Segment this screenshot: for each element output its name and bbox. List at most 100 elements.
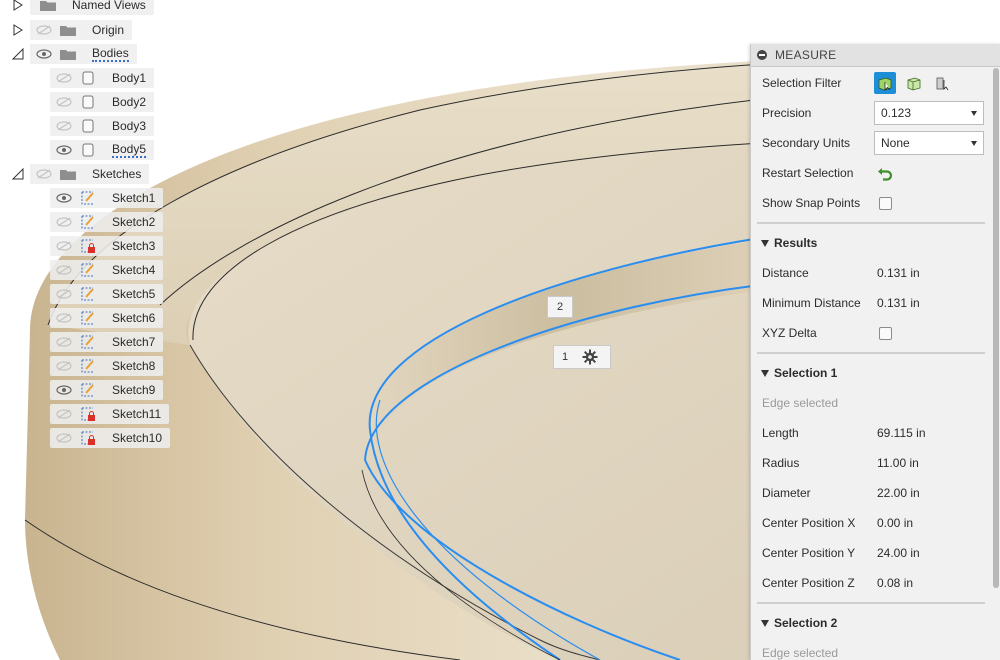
xyz-delta-checkbox[interactable] [879,327,892,340]
selection2-status: Edge selected [762,646,839,660]
tree-item-sketches[interactable]: Sketches [30,164,150,184]
sketch-icon [78,383,98,397]
eye-hidden-icon[interactable] [54,287,74,301]
tree-item-sketch9[interactable]: Sketch9 [50,380,164,400]
filter-face-edge-vertex-button[interactable] [874,72,896,94]
tree-label: Sketch3 [112,239,156,253]
results-section-header[interactable]: Results [751,228,991,258]
min-distance-row: Minimum Distance 0.131 in [751,288,991,318]
precision-dropdown[interactable]: 0.123 [874,101,984,125]
sketch-locked-icon [78,239,98,253]
eye-hidden-icon[interactable] [54,431,74,445]
restart-selection-icon[interactable] [877,165,893,181]
tree-item-sketch8[interactable]: Sketch8 [50,356,164,376]
length-value: 69.115 in [877,426,926,440]
selection2-section-header[interactable]: Selection 2 [751,608,991,638]
selection2-title: Selection 2 [774,616,838,630]
selection1-status: Edge selected [762,396,839,410]
filter-component-button[interactable] [932,72,954,94]
tree-label: Sketch10 [112,431,163,445]
divider [757,352,985,354]
gear-icon[interactable] [582,349,598,365]
center-y-row: Center Position Y 24.00 in [751,538,991,568]
measure-panel-header[interactable]: MEASURE [751,44,1000,67]
tree-item-sketch5[interactable]: Sketch5 [50,284,164,304]
collapse-panel-icon[interactable] [757,50,767,60]
filter-body-button[interactable] [903,72,925,94]
distance-label: Distance [762,266,809,280]
tree-item-origin[interactable]: Origin [30,20,133,40]
tree-label: Origin [92,23,125,37]
tree-item-body3[interactable]: Body3 [50,116,155,136]
tree-item-sketch10[interactable]: Sketch10 [50,428,171,448]
collapse-arrow-bodies[interactable] [10,44,26,64]
chevron-down-icon [971,141,977,146]
eye-icon[interactable] [54,143,74,157]
eye-hidden-icon[interactable] [54,335,74,349]
center-z-label: Center Position Z [762,576,855,590]
folder-icon [58,167,78,181]
eye-hidden-icon[interactable] [54,119,74,133]
collapse-triangle-icon [761,370,769,377]
center-z-value: 0.08 in [877,576,914,590]
eye-hidden-icon[interactable] [34,23,54,37]
tree-label: Bodies [92,46,129,62]
tree-item-body2[interactable]: Body2 [50,92,155,112]
center-x-value: 0.00 in [877,516,914,530]
restart-selection-row: Restart Selection [751,158,991,188]
eye-hidden-icon[interactable] [54,95,74,109]
measure-panel: MEASURE Selection Filter Precision 0.123… [750,44,1000,660]
sketch-icon [78,215,98,229]
collapse-arrow-sketches[interactable] [10,164,26,184]
selection-filter-row: Selection Filter [751,68,991,98]
panel-scrollbar[interactable] [993,68,999,588]
eye-hidden-icon[interactable] [54,311,74,325]
eye-hidden-icon[interactable] [34,167,54,181]
eye-hidden-icon[interactable] [54,359,74,373]
distance-value: 0.131 in [877,266,920,280]
precision-label: Precision [762,106,812,120]
expand-arrow-origin[interactable] [10,20,26,40]
tree-item-sketch2[interactable]: Sketch2 [50,212,164,232]
eye-hidden-icon[interactable] [54,239,74,253]
tree-item-body1[interactable]: Body1 [50,68,155,88]
tree-label: Sketch4 [112,263,156,277]
show-snap-points-checkbox[interactable] [879,197,892,210]
eye-hidden-icon[interactable] [54,407,74,421]
tree-item-sketch7[interactable]: Sketch7 [50,332,164,352]
selection2-status-row: Edge selected [751,638,991,660]
folder-icon [58,47,78,61]
eye-hidden-icon[interactable] [54,215,74,229]
tree-item-named-views[interactable]: Named Views [30,0,154,15]
expand-arrow-named-views[interactable] [10,0,26,15]
eye-hidden-icon[interactable] [54,263,74,277]
secondary-units-dropdown[interactable]: None [874,131,984,155]
precision-row: Precision 0.123 [751,98,991,128]
edge-label-2-text: 2 [556,301,564,313]
min-distance-value: 0.131 in [877,296,920,310]
folder-icon [38,0,58,12]
radius-value: 11.00 in [877,456,919,470]
eye-hidden-icon[interactable] [54,71,74,85]
selection1-section-header[interactable]: Selection 1 [751,358,991,388]
tree-item-sketch3[interactable]: Sketch3 [50,236,164,256]
tree-label: Named Views [72,0,146,12]
length-label: Length [762,426,799,440]
sketch-icon [78,335,98,349]
tree-item-body5[interactable]: Body5 [50,140,155,160]
tree-item-sketch4[interactable]: Sketch4 [50,260,164,280]
tree-label: Sketch1 [112,191,156,205]
tree-item-sketch6[interactable]: Sketch6 [50,308,164,328]
eye-icon[interactable] [34,47,54,61]
tree-label: Sketch6 [112,311,156,325]
radius-label: Radius [762,456,800,470]
precision-value: 0.123 [881,106,912,120]
diameter-row: Diameter 22.00 in [751,478,991,508]
eye-icon[interactable] [54,191,74,205]
secondary-units-row: Secondary Units None [751,128,991,158]
eye-icon[interactable] [54,383,74,397]
sketch-icon [78,287,98,301]
tree-item-bodies[interactable]: Bodies [30,44,137,64]
tree-item-sketch1[interactable]: Sketch1 [50,188,164,208]
tree-item-sketch11[interactable]: Sketch11 [50,404,170,424]
